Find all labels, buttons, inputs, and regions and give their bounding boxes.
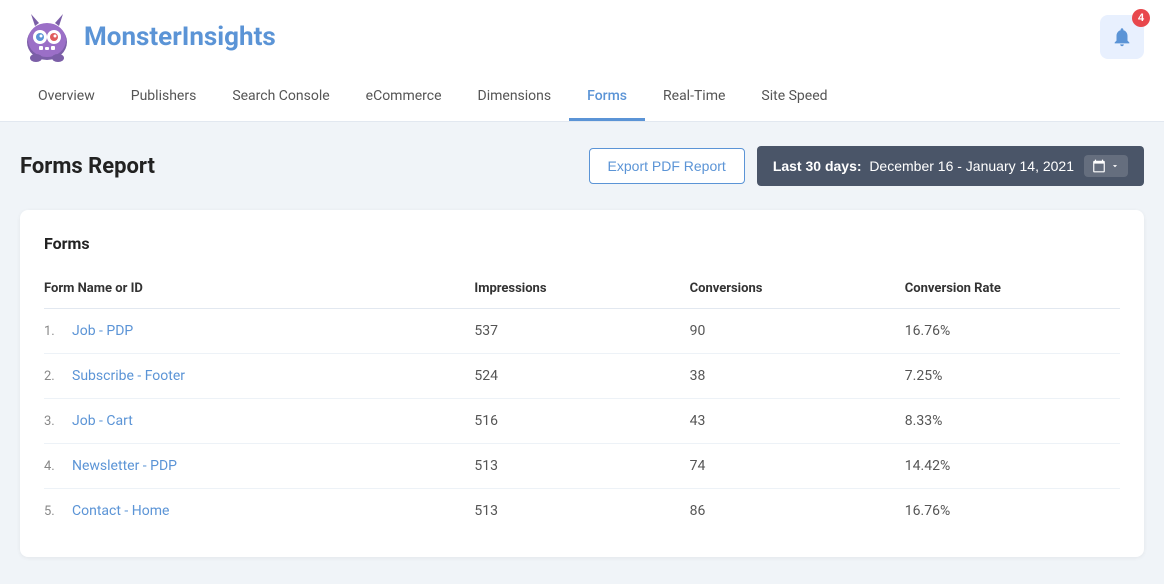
date-range-label: Last 30 days: December 16 - January 14, … — [773, 158, 1074, 174]
row-conversion-rate: 14.42% — [905, 458, 1120, 474]
nav-item-ecommerce[interactable]: eCommerce — [348, 74, 460, 121]
col-header-conversion-rate: Conversion Rate — [905, 281, 1120, 296]
nav-item-dimensions[interactable]: Dimensions — [460, 74, 570, 121]
nav-item-realtime[interactable]: Real-Time — [645, 74, 743, 121]
row-conversion-rate: 16.76% — [905, 323, 1120, 339]
col-header-impressions: Impressions — [474, 281, 689, 296]
notification-badge: 4 — [1132, 9, 1150, 27]
nav-item-overview[interactable]: Overview — [20, 74, 113, 121]
card-title: Forms — [44, 234, 1120, 253]
table-row: 3. Job - Cart 516 43 8.33% — [44, 399, 1120, 444]
nav-item-sitespeed[interactable]: Site Speed — [743, 74, 845, 121]
row-number: 5. — [44, 504, 64, 519]
row-impressions: 513 — [474, 503, 689, 519]
notification-icon — [1111, 26, 1133, 48]
row-impressions: 516 — [474, 413, 689, 429]
row-number: 1. — [44, 324, 64, 339]
chevron-down-icon — [1110, 161, 1120, 171]
row-number: 4. — [44, 459, 64, 474]
logo-main: Monster — [84, 22, 182, 52]
row-form-link[interactable]: Contact - Home — [72, 503, 169, 519]
row-conversions: 43 — [690, 413, 905, 429]
row-conversions: 38 — [690, 368, 905, 384]
row-form-link[interactable]: Job - Cart — [72, 413, 133, 429]
row-impressions: 513 — [474, 458, 689, 474]
logo-accent: Insights — [182, 22, 276, 52]
table-row: 4. Newsletter - PDP 513 74 14.42% — [44, 444, 1120, 489]
calendar-icon — [1084, 155, 1128, 177]
row-conversion-rate: 8.33% — [905, 413, 1120, 429]
page-header: Forms Report Export PDF Report Last 30 d… — [20, 146, 1144, 186]
header-right: 4 — [1100, 15, 1144, 59]
nav-item-publishers[interactable]: Publishers — [113, 74, 215, 121]
table-body: 1. Job - PDP 537 90 16.76% 2. Subscribe … — [44, 309, 1120, 533]
notification-button[interactable]: 4 — [1100, 15, 1144, 59]
row-conversions: 86 — [690, 503, 905, 519]
col-header-name: Form Name or ID — [44, 281, 474, 296]
row-conversion-rate: 16.76% — [905, 503, 1120, 519]
row-number: 3. — [44, 414, 64, 429]
row-name-cell: 1. Job - PDP — [44, 323, 474, 339]
monster-logo-icon — [20, 10, 74, 64]
row-number: 2. — [44, 369, 64, 384]
row-name-cell: 5. Contact - Home — [44, 503, 474, 519]
table-row: 5. Contact - Home 513 86 16.76% — [44, 489, 1120, 533]
table-row: 2. Subscribe - Footer 524 38 7.25% — [44, 354, 1120, 399]
forms-card: Forms Form Name or ID Impressions Conver… — [20, 210, 1144, 557]
logo-text: MonsterInsights — [84, 22, 276, 52]
main-content: Forms Report Export PDF Report Last 30 d… — [0, 122, 1164, 581]
nav-item-search-console[interactable]: Search Console — [214, 74, 347, 121]
row-impressions: 524 — [474, 368, 689, 384]
col-header-conversions: Conversions — [690, 281, 905, 296]
nav-bar: Overview Publishers Search Console eComm… — [0, 74, 1164, 122]
row-conversions: 90 — [690, 323, 905, 339]
row-conversion-rate: 7.25% — [905, 368, 1120, 384]
row-form-link[interactable]: Subscribe - Footer — [72, 368, 185, 384]
row-form-link[interactable]: Job - PDP — [72, 323, 133, 339]
row-name-cell: 3. Job - Cart — [44, 413, 474, 429]
logo-area: MonsterInsights — [20, 10, 276, 64]
row-conversions: 74 — [690, 458, 905, 474]
table-header: Form Name or ID Impressions Conversions … — [44, 273, 1120, 309]
date-range-button[interactable]: Last 30 days: December 16 - January 14, … — [757, 146, 1144, 186]
row-name-cell: 2. Subscribe - Footer — [44, 368, 474, 384]
row-impressions: 537 — [474, 323, 689, 339]
page-header-actions: Export PDF Report Last 30 days: December… — [589, 146, 1144, 186]
header: MonsterInsights 4 — [0, 0, 1164, 74]
row-name-cell: 4. Newsletter - PDP — [44, 458, 474, 474]
page-title: Forms Report — [20, 154, 155, 179]
table-row: 1. Job - PDP 537 90 16.76% — [44, 309, 1120, 354]
export-pdf-button[interactable]: Export PDF Report — [589, 148, 745, 184]
nav-item-forms[interactable]: Forms — [569, 74, 645, 121]
row-form-link[interactable]: Newsletter - PDP — [72, 458, 177, 474]
